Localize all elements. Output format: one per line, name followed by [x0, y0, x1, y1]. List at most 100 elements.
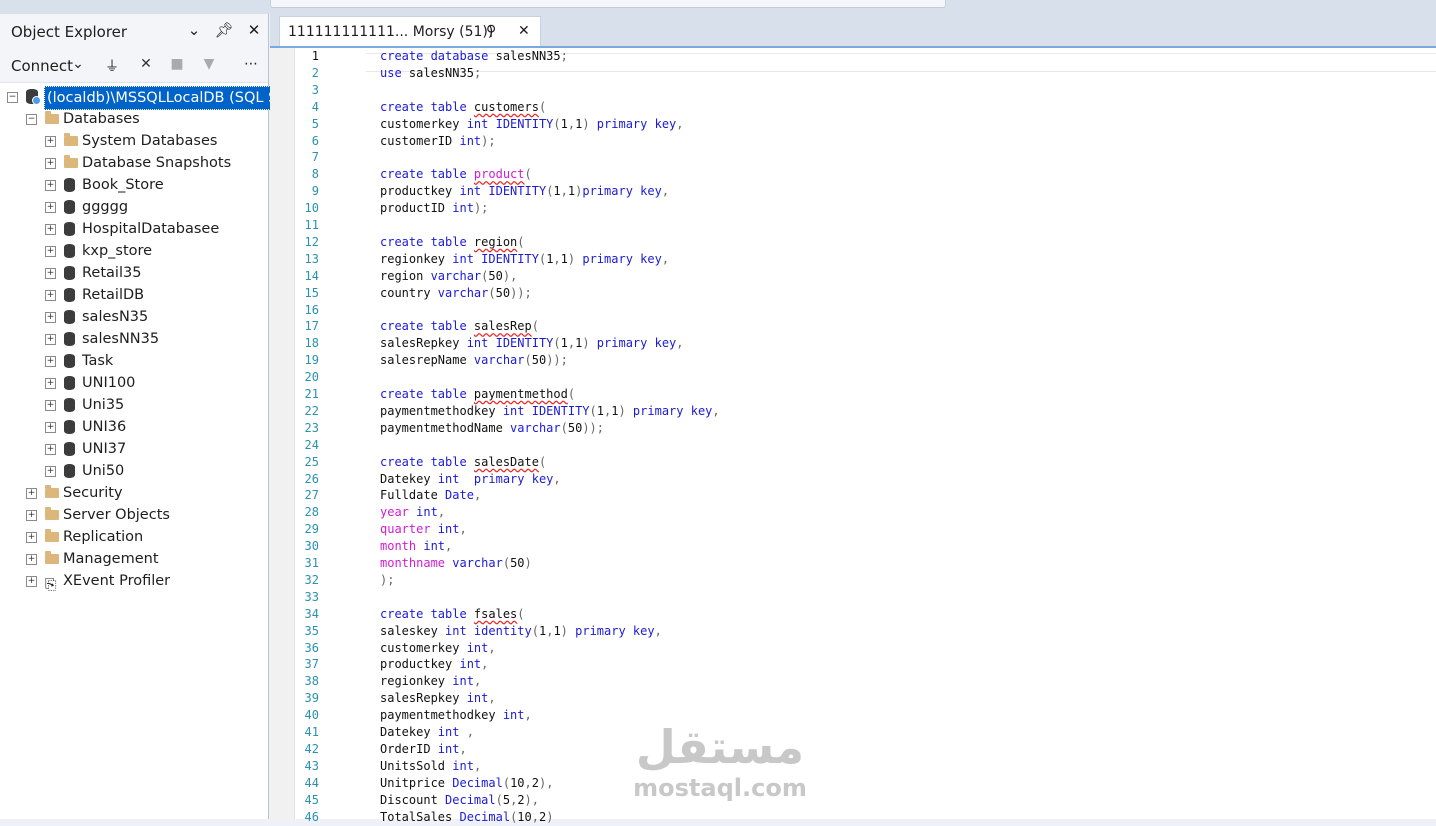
expand-icon[interactable]: +: [45, 268, 56, 279]
pin-icon[interactable]: 📌︎: [214, 21, 234, 39]
tree-node-database[interactable]: + UNI36: [0, 416, 268, 438]
code-line[interactable]: productkey int IDENTITY(1,1)primary key,: [380, 183, 669, 200]
code-line[interactable]: saleskey int identity(1,1) primary key,: [380, 623, 662, 640]
expand-icon[interactable]: +: [26, 532, 37, 543]
tree-node-database[interactable]: + RetailDB: [0, 284, 268, 306]
tree-node-database[interactable]: + Book_Store: [0, 174, 268, 196]
close-icon[interactable]: ✕: [244, 21, 264, 39]
code-line[interactable]: paymentmethodName varchar(50));: [380, 420, 604, 437]
code-line[interactable]: );: [380, 572, 394, 589]
tree-node-database[interactable]: + salesNN35: [0, 328, 268, 350]
expand-icon[interactable]: +: [26, 488, 37, 499]
tree-node-server-item[interactable]: + Security: [0, 482, 268, 504]
code-line[interactable]: country varchar(50));: [380, 285, 532, 302]
code-line[interactable]: Discount Decimal(5,2),: [380, 792, 539, 809]
code-line[interactable]: productID int);: [380, 200, 488, 217]
expand-icon[interactable]: +: [45, 444, 56, 455]
disconnect-icon[interactable]: ✕: [136, 56, 156, 72]
expand-icon[interactable]: +: [26, 554, 37, 565]
tree-node-database[interactable]: + UNI37: [0, 438, 268, 460]
tree-node-server-item[interactable]: + Management: [0, 548, 268, 570]
expand-icon[interactable]: +: [26, 510, 37, 521]
expand-icon[interactable]: +: [45, 356, 56, 367]
tree-node-database[interactable]: + Uni50: [0, 460, 268, 482]
collapse-icon[interactable]: −: [7, 92, 18, 103]
tab-query[interactable]: 111111111111... Morsy (51)) ⚲ ✕: [279, 16, 541, 47]
code-line[interactable]: customerkey int,: [380, 640, 496, 657]
connect-button[interactable]: Connect: [11, 57, 73, 75]
expand-icon[interactable]: +: [45, 136, 56, 147]
expand-icon[interactable]: +: [26, 576, 37, 587]
expand-icon[interactable]: +: [45, 312, 56, 323]
code-line[interactable]: Unitprice Decimal(10,2),: [380, 775, 553, 792]
expand-icon[interactable]: +: [45, 224, 56, 235]
expand-icon[interactable]: +: [45, 202, 56, 213]
tree-node-database[interactable]: + Uni35: [0, 394, 268, 416]
horizontal-scrollbar[interactable]: [270, 0, 946, 8]
pin-icon[interactable]: ⚲: [486, 23, 496, 39]
code-line[interactable]: customerID int);: [380, 133, 496, 150]
code-line[interactable]: Datekey int primary key,: [380, 471, 561, 488]
tree-node-server[interactable]: − (localdb)\MSSQLLocalDB (SQL Ser: [0, 86, 296, 110]
code-line[interactable]: salesRepkey int,: [380, 690, 496, 707]
code-line[interactable]: TotalSales Decimal(10,2): [380, 809, 553, 826]
code-line[interactable]: customerkey int IDENTITY(1,1) primary ke…: [380, 116, 684, 133]
code-line[interactable]: create table salesDate(: [380, 454, 546, 471]
expand-icon[interactable]: +: [45, 180, 56, 191]
query-editor[interactable]: 1 create database salesNN35; 2 use salesNN3…: [270, 48, 1436, 824]
expand-icon[interactable]: +: [45, 400, 56, 411]
code-line[interactable]: region varchar(50),: [380, 268, 517, 285]
code-line[interactable]: create table region(: [380, 234, 525, 251]
tree-node-databases[interactable]: − Databases: [0, 108, 268, 130]
tree-node-database[interactable]: + System Databases: [0, 130, 268, 152]
tree-node-database[interactable]: + Task: [0, 350, 268, 372]
code-line[interactable]: salesrepName varchar(50));: [380, 352, 568, 369]
tree-node-database[interactable]: + salesN35: [0, 306, 268, 328]
code-line[interactable]: use salesNN35;: [380, 65, 481, 82]
code-line[interactable]: regionkey int IDENTITY(1,1) primary key,: [380, 251, 669, 268]
code-line[interactable]: paymentmethodkey int IDENTITY(1,1) prima…: [380, 403, 720, 420]
code-line[interactable]: create table product(: [380, 166, 532, 183]
expand-icon[interactable]: +: [45, 466, 56, 477]
code-line[interactable]: create database salesNN35;: [380, 48, 568, 65]
tree-node-server-item[interactable]: + ⎘ XEvent Profiler: [0, 570, 268, 593]
tree-node-server-item[interactable]: + Server Objects: [0, 504, 268, 526]
code-line[interactable]: year int,: [380, 504, 445, 521]
code-line[interactable]: create table customers(: [380, 99, 546, 116]
code-line[interactable]: regionkey int,: [380, 673, 481, 690]
code-line[interactable]: paymentmethodkey int,: [380, 707, 532, 724]
expand-icon[interactable]: +: [45, 334, 56, 345]
code-line[interactable]: Datekey int ,: [380, 724, 474, 741]
code-line[interactable]: Fulldate Date,: [380, 487, 481, 504]
code-line[interactable]: monthname varchar(50): [380, 555, 532, 572]
code-line[interactable]: OrderID int,: [380, 741, 467, 758]
plug-icon[interactable]: ⏚: [102, 56, 122, 76]
expand-icon[interactable]: +: [45, 158, 56, 169]
code-line[interactable]: month int,: [380, 538, 452, 555]
expand-icon[interactable]: +: [45, 290, 56, 301]
chevron-down-icon[interactable]: ⌄: [184, 21, 204, 39]
expand-icon[interactable]: +: [45, 422, 56, 433]
chevron-down-icon[interactable]: ⌄: [68, 56, 88, 72]
expand-icon[interactable]: +: [45, 378, 56, 389]
code-line[interactable]: create table fsales(: [380, 606, 525, 623]
tree-node-database[interactable]: + kxp_store: [0, 240, 268, 262]
tree-node-database[interactable]: + Retail35: [0, 262, 268, 284]
tree-node-database[interactable]: + HospitalDatabasee: [0, 218, 268, 240]
code-line[interactable]: quarter int,: [380, 521, 467, 538]
code-line[interactable]: salesRepkey int IDENTITY(1,1) primary ke…: [380, 335, 684, 352]
code-line[interactable]: create table salesRep(: [380, 318, 539, 335]
close-icon[interactable]: ✕: [518, 23, 530, 39]
tree-node-database[interactable]: + ggggg: [0, 196, 268, 218]
tree-node-server-item[interactable]: + Replication: [0, 526, 268, 548]
expand-icon[interactable]: +: [45, 246, 56, 257]
stop-icon[interactable]: ■: [167, 56, 187, 72]
code-line[interactable]: UnitsSold int,: [380, 758, 481, 775]
collapse-icon[interactable]: −: [26, 114, 37, 125]
filter-icon[interactable]: ▼: [199, 56, 219, 72]
more-icon[interactable]: ⋯: [241, 56, 261, 72]
tree-node-database[interactable]: + Database Snapshots: [0, 152, 268, 174]
tree-node-database[interactable]: + UNI100: [0, 372, 268, 394]
code-area[interactable]: 1 create database salesNN35; 2 use salesNN3…: [270, 48, 1436, 824]
code-line[interactable]: productkey int,: [380, 656, 488, 673]
